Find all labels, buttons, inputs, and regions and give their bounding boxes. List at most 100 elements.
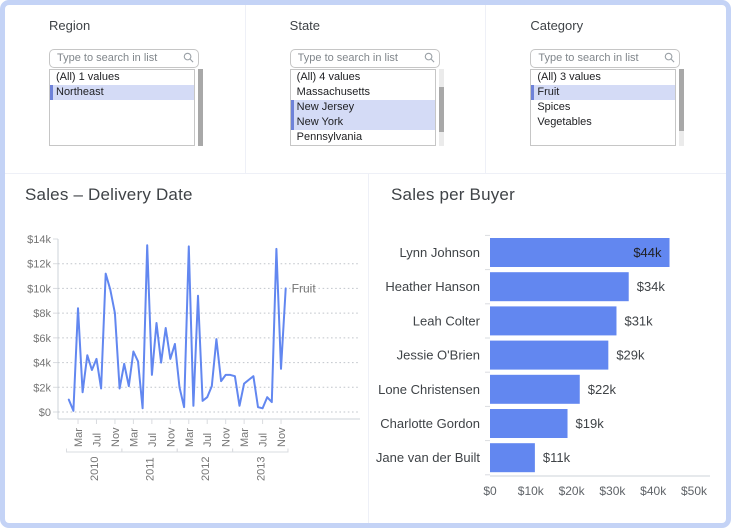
bar-category-label: Lynn Johnson: [400, 245, 480, 260]
list-item[interactable]: Northeast: [50, 85, 194, 100]
scrollbar-thumb[interactable]: [198, 69, 203, 146]
year-label: 2010: [89, 457, 101, 481]
y-tick-label: $14k: [27, 234, 51, 246]
year-label: 2011: [145, 457, 157, 481]
list-item[interactable]: New York: [291, 115, 435, 130]
bar-value-label: $31k: [624, 313, 653, 328]
x-tick-label: $10k: [518, 484, 545, 498]
search-box: [49, 48, 199, 67]
bar-category-label: Jane van der Built: [376, 450, 480, 465]
filter-list-state[interactable]: (All) 4 valuesMassachusettsNew JerseyNew…: [290, 69, 436, 146]
list-item[interactable]: Massachusetts: [291, 85, 435, 100]
y-tick-label: $8k: [33, 308, 51, 320]
x-tick-label: $20k: [559, 484, 586, 498]
bar-chart: $0 $10k $20k $30k $40k $50k Lynn Johnson $44k He…: [370, 222, 726, 515]
x-tick-label: $40k: [640, 484, 667, 498]
filter-list-region[interactable]: (All) 1 valuesNortheast: [49, 69, 195, 146]
filter-row: Region (All) 1 valuesNortheast State (All) …: [5, 5, 726, 173]
search-icon: [424, 52, 435, 63]
search-box: [290, 48, 440, 67]
axis-labels: $0 $2k $4k $6k $8k $10k $12k $14k Mar Jul Nov 2010 M…: [27, 234, 288, 481]
y-tick-label: $10k: [27, 283, 51, 295]
y-tick-label: $0: [39, 407, 51, 419]
horizontal-divider: [5, 173, 726, 174]
bar-category-label: Jessie O'Brien: [397, 348, 480, 363]
month-label: Jul: [147, 433, 159, 447]
bar-chart-title: Sales per Buyer: [391, 185, 515, 205]
list-item[interactable]: (All) 4 values: [291, 70, 435, 85]
bar-value-label: $34k: [637, 279, 666, 294]
search-input-region[interactable]: [49, 49, 199, 68]
year-bracket: [67, 449, 122, 453]
bar-jessie-o-brien[interactable]: [490, 341, 608, 370]
search-icon: [183, 52, 194, 63]
year-label: 2013: [255, 457, 267, 481]
month-label: Jul: [258, 433, 270, 447]
bar-jane-van-der-built[interactable]: [490, 443, 535, 472]
line-chart-title: Sales – Delivery Date: [25, 185, 193, 205]
filter-title-region: Region: [49, 18, 90, 33]
bar-value-label: $44k: [633, 245, 662, 260]
vertical-divider: [368, 174, 369, 523]
filter-panel-region: Region (All) 1 valuesNortheast: [5, 5, 246, 173]
search-input-state[interactable]: [290, 49, 440, 68]
year-bracket: [122, 449, 177, 453]
bar-leah-colter[interactable]: [490, 306, 616, 335]
month-label: Jul: [91, 433, 103, 447]
filter-panel-category: Category (All) 3 valuesFruitSpicesVegetab…: [486, 5, 726, 173]
axes: [53, 239, 360, 452]
y-tick-label: $2k: [33, 382, 51, 394]
line-chart: $0 $2k $4k $6k $8k $10k $12k $14k Mar Jul Nov 2010 M…: [8, 222, 363, 502]
scrollbar-thumb[interactable]: [679, 69, 684, 131]
bar-value-label: $22k: [588, 382, 617, 397]
bar-heather-hanson[interactable]: [490, 272, 629, 301]
scrollbar[interactable]: [439, 69, 444, 146]
y-tick-label: $12k: [27, 259, 51, 271]
year-bracket: [177, 449, 232, 453]
filter-title-state: State: [290, 18, 320, 33]
month-label: Nov: [110, 427, 122, 447]
month-label: Mar: [184, 428, 196, 447]
x-tick-label: $0: [483, 484, 497, 498]
search-box: [530, 48, 680, 67]
month-label: Nov: [276, 427, 288, 447]
x-tick-label: $50k: [681, 484, 708, 498]
bar-category-label: Leah Colter: [413, 313, 481, 328]
month-label: Mar: [128, 428, 140, 447]
bar-lone-christensen[interactable]: [490, 375, 580, 404]
filter-title-category: Category: [530, 18, 583, 33]
x-tick-label: $30k: [599, 484, 626, 498]
series-label-fruit: Fruit: [292, 281, 317, 295]
filter-panel-state: State (All) 4 valuesMassachusettsNew Jers…: [246, 5, 487, 173]
line-series-fruit[interactable]: [69, 245, 286, 411]
scrollbar[interactable]: [679, 69, 684, 146]
month-label: Nov: [221, 427, 233, 447]
list-item[interactable]: (All) 1 values: [50, 70, 194, 85]
list-item[interactable]: (All) 3 values: [531, 70, 675, 85]
bar-category-label: Lone Christensen: [378, 382, 480, 397]
search-input-category[interactable]: [530, 49, 680, 68]
year-label: 2012: [200, 457, 212, 481]
filter-list-category[interactable]: (All) 3 valuesFruitSpicesVegetables: [530, 69, 676, 146]
dashboard: Region (All) 1 valuesNortheast State (All) …: [0, 0, 731, 528]
month-label: Mar: [239, 428, 251, 447]
bar-value-label: $11k: [543, 450, 571, 465]
y-tick-label: $4k: [33, 358, 51, 370]
bar-charlotte-gordon[interactable]: [490, 409, 568, 438]
scrollbar-thumb[interactable]: [439, 87, 444, 132]
month-label: Jul: [202, 433, 214, 447]
year-bracket: [233, 449, 288, 453]
search-icon: [664, 52, 675, 63]
list-item[interactable]: Vegetables: [531, 115, 675, 130]
month-label: Nov: [165, 427, 177, 447]
list-item[interactable]: Pennsylvania: [291, 130, 435, 145]
bar-category-label: Heather Hanson: [385, 279, 480, 294]
list-item[interactable]: Spices: [531, 100, 675, 115]
scrollbar[interactable]: [198, 69, 203, 146]
month-label: Mar: [73, 428, 85, 447]
bar-value-label: $29k: [616, 348, 645, 363]
bar-value-label: $19k: [576, 416, 605, 431]
list-item[interactable]: New Jersey: [291, 100, 435, 115]
y-tick-label: $6k: [33, 333, 51, 345]
list-item[interactable]: Fruit: [531, 85, 675, 100]
